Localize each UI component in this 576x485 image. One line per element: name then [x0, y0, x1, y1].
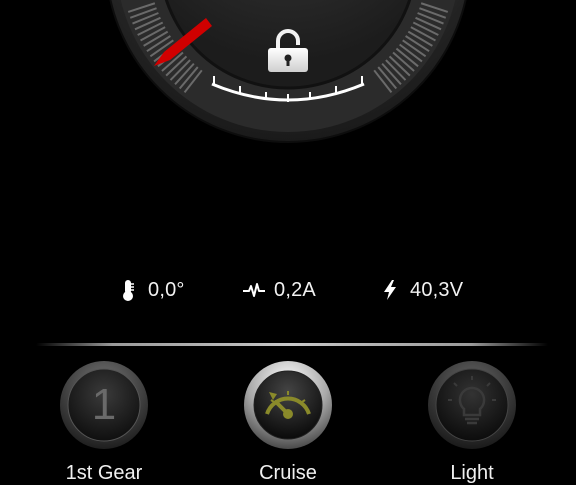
temperature-value: 0,0° [148, 278, 185, 301]
speedometer-icon [244, 361, 332, 449]
lightbulb-icon [428, 361, 516, 449]
divider [36, 343, 548, 346]
gear-1-icon: 1 [60, 361, 148, 449]
cruise-button[interactable]: Cruise [228, 360, 348, 484]
pulse-icon [242, 278, 266, 302]
thermometer-icon [116, 278, 140, 302]
gear-label: 1st Gear [65, 462, 143, 484]
stats-row: 0,0° 0,2A 40,3V [0, 272, 576, 308]
light-label: Light [450, 462, 494, 484]
voltage-value: 40,3V [410, 278, 464, 301]
current-value: 0,2A [274, 278, 316, 301]
voltage-stat: 40,3V [378, 272, 463, 308]
gear-button[interactable]: 1 1st Gear [44, 360, 164, 484]
bolt-icon [378, 278, 402, 302]
temperature-stat: 0,0° [116, 272, 185, 308]
light-button[interactable]: Light [412, 360, 532, 484]
svg-text:1: 1 [92, 380, 116, 429]
current-stat: 0,2A [242, 272, 316, 308]
cruise-label: Cruise [259, 462, 317, 484]
speed-gauge [109, 0, 467, 143]
